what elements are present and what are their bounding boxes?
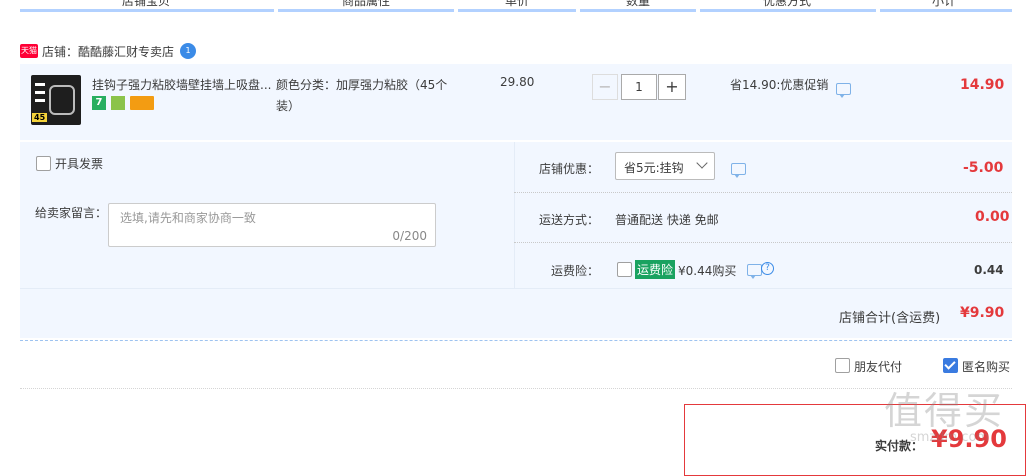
header-col-promo: 优惠方式 bbox=[763, 0, 812, 8]
anonymous-label: 匿名购买 bbox=[962, 360, 1011, 374]
payment-summary-box: 实付款： ¥9.90 bbox=[684, 404, 1026, 476]
shop-discount-selected: 省5元:挂钩 bbox=[624, 161, 684, 175]
promo-comment-icon[interactable] bbox=[836, 83, 851, 98]
shipping-amount: 0.00 bbox=[975, 209, 1010, 225]
anonymous-checkbox[interactable] bbox=[943, 358, 958, 373]
payment-amount: ¥9.90 bbox=[931, 425, 1007, 453]
chevron-down-icon bbox=[696, 157, 708, 169]
message-placeholder: 选填,请先和商家协商一致 bbox=[120, 211, 256, 225]
attr-line-1: 颜色分类：加厚强力粘胶（45个 bbox=[276, 76, 447, 93]
thumb-decoration bbox=[35, 99, 45, 102]
insurance-comment-icon[interactable] bbox=[747, 264, 762, 279]
thumb-decoration bbox=[35, 83, 45, 86]
header-col-price: 单价 bbox=[505, 0, 530, 8]
shop-discount-label: 店铺优惠： bbox=[539, 162, 600, 176]
discount-comment-icon[interactable] bbox=[731, 163, 746, 178]
unit-price: 29.80 bbox=[500, 75, 535, 89]
tmall-badge-icon: 天猫 bbox=[20, 44, 38, 58]
shop-discount-amount: -5.00 bbox=[963, 160, 1004, 176]
message-counter: 0/200 bbox=[392, 229, 427, 243]
guarantee-icon bbox=[111, 96, 125, 110]
insurance-price-text: ¥0.44购买 bbox=[678, 264, 737, 278]
insurance-checkbox[interactable] bbox=[617, 262, 632, 277]
header-underline bbox=[458, 9, 576, 12]
total-separator bbox=[20, 288, 1012, 289]
row-separator bbox=[514, 192, 1012, 193]
options-divider bbox=[20, 388, 1012, 389]
header-col-attr: 商品属性 bbox=[342, 0, 391, 8]
header-underline bbox=[880, 9, 1012, 12]
shipping-value: 普通配送 快递 免邮 bbox=[615, 213, 719, 227]
order-extras: 开具发票 给卖家留言： 选填,请先和商家协商一致 0/200 店铺优惠： 省5元… bbox=[20, 142, 1012, 338]
shop-label: 店铺： bbox=[42, 45, 79, 59]
quantity-decrement-button[interactable]: − bbox=[592, 74, 618, 100]
check-icon bbox=[944, 358, 956, 370]
thumb-count-badge: 45 bbox=[32, 113, 48, 122]
help-icon[interactable]: ? bbox=[761, 262, 774, 275]
shop-total-label: 店铺合计(含运费) bbox=[839, 311, 941, 326]
product-thumbnail[interactable]: 45 bbox=[31, 75, 81, 125]
friend-pay-label: 朋友代付 bbox=[854, 360, 903, 374]
shipping-label: 运送方式： bbox=[539, 213, 600, 227]
attr-label: 颜色分类： bbox=[276, 78, 337, 92]
header-underline bbox=[278, 9, 454, 12]
header-underline bbox=[580, 9, 696, 12]
message-textarea[interactable]: 选填,请先和商家协商一致 0/200 bbox=[108, 203, 436, 247]
item-title-link[interactable]: 挂钩子强力粘胶墙壁挂墙上吸盘... bbox=[92, 76, 271, 93]
header-underline bbox=[700, 9, 876, 12]
thumb-decoration bbox=[35, 91, 45, 94]
insurance-tag: 运费险 bbox=[635, 260, 676, 279]
section-divider bbox=[20, 340, 1012, 341]
wangwang-chat-icon[interactable]: 1 bbox=[180, 43, 196, 59]
chat-badge-count: 1 bbox=[185, 46, 191, 55]
quantity-input[interactable]: 1 bbox=[621, 74, 657, 100]
credit-card-icon bbox=[130, 96, 154, 110]
payment-label: 实付款： bbox=[875, 439, 924, 453]
attr-line-2: 装） bbox=[276, 99, 301, 113]
insurance-label: 运费险： bbox=[551, 264, 600, 278]
header-col-qty: 数量 bbox=[626, 0, 651, 8]
header-col-item: 店铺宝贝 bbox=[122, 0, 171, 8]
shop-name-link[interactable]: 酷酷藤汇财专卖店 bbox=[78, 43, 174, 60]
item-row: 45 挂钩子强力粘胶墙壁挂墙上吸盘... 7 颜色分类：加厚强力粘胶（45个 装… bbox=[20, 64, 1012, 140]
column-divider bbox=[514, 142, 515, 288]
row-separator bbox=[514, 242, 1012, 243]
item-subtotal: 14.90 bbox=[960, 77, 1005, 93]
invoice-label: 开具发票 bbox=[55, 157, 104, 171]
header-col-subtotal: 小计 bbox=[932, 0, 957, 8]
shop-discount-select[interactable]: 省5元:挂钩 bbox=[615, 152, 715, 180]
attr-value: 加厚强力粘胶（45个 bbox=[336, 78, 448, 92]
shop-total-amount: ¥9.90 bbox=[960, 305, 1005, 321]
invoice-checkbox[interactable] bbox=[36, 156, 51, 171]
promo-text: 省14.90:优惠促销 bbox=[730, 78, 829, 92]
insurance-amount: 0.44 bbox=[974, 263, 1004, 277]
hook-image-icon bbox=[49, 85, 75, 115]
message-label: 给卖家留言： bbox=[35, 206, 108, 220]
seven-day-return-icon: 7 bbox=[92, 96, 106, 110]
quantity-increment-button[interactable]: + bbox=[658, 74, 686, 100]
header-underline bbox=[20, 9, 274, 12]
friend-pay-checkbox[interactable] bbox=[835, 358, 850, 373]
